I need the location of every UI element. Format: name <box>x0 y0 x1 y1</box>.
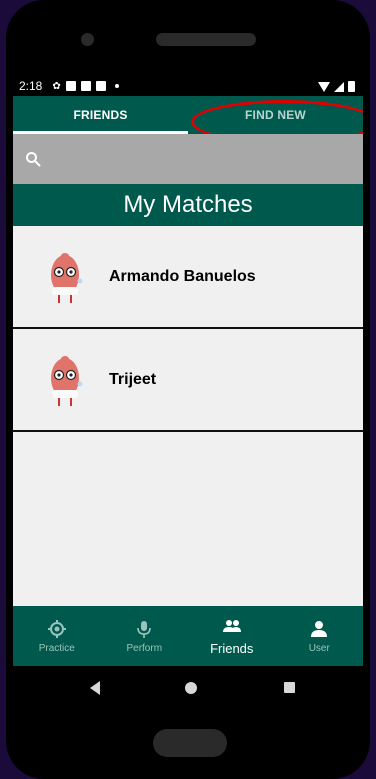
person-icon <box>311 620 328 637</box>
system-nav-bar <box>6 666 370 710</box>
target-icon <box>47 619 66 638</box>
nav-friends[interactable]: Friends <box>188 606 276 666</box>
search-icon[interactable] <box>25 151 41 167</box>
nav-user[interactable]: User <box>276 606 364 666</box>
recent-apps-icon[interactable] <box>284 682 295 693</box>
back-icon[interactable] <box>90 681 100 695</box>
settings-icon: ✿ <box>52 80 61 92</box>
page-title-bar: My Matches <box>13 184 363 226</box>
search-bar[interactable] <box>13 134 363 184</box>
match-name: Armando Banuelos <box>109 267 256 285</box>
earpiece-speaker <box>156 33 256 46</box>
nav-perform[interactable]: Perform <box>101 606 189 666</box>
status-notification-icons: ✿ <box>52 80 119 92</box>
front-camera <box>81 33 94 46</box>
status-time: 2:18 <box>19 79 43 93</box>
calendar-icon <box>65 81 76 91</box>
mascot-avatar-icon <box>51 252 83 303</box>
phone-frame: 2:18 ✿ FRIENDS FIND NEW My Matches Arman… <box>6 0 370 779</box>
nav-friends-label: Friends <box>210 640 254 656</box>
cell-signal-icon <box>334 81 344 92</box>
microphone-icon <box>137 620 152 638</box>
status-bar: 2:18 ✿ <box>13 76 363 96</box>
mascot-avatar-icon <box>51 355 83 406</box>
app-screen: 2:18 ✿ FRIENDS FIND NEW My Matches Arman… <box>13 76 363 666</box>
gmail-icon <box>80 81 91 91</box>
tab-friends-label: FRIENDS <box>73 108 128 122</box>
people-icon <box>222 619 241 632</box>
nav-practice[interactable]: Practice <box>13 606 101 666</box>
match-row[interactable]: Armando Banuelos <box>13 226 363 329</box>
phone-chin-speaker <box>153 729 227 757</box>
tab-friends[interactable]: FRIENDS <box>13 96 188 134</box>
battery-icon <box>348 81 355 92</box>
page-title: My Matches <box>123 191 253 218</box>
matches-list: Armando Banuelos Trijeet <box>13 226 363 432</box>
nav-practice-label: Practice <box>38 642 75 654</box>
nav-user-label: User <box>308 642 330 654</box>
match-name: Trijeet <box>109 370 157 388</box>
more-notifications-dot <box>114 84 119 88</box>
top-tab-bar: FRIENDS FIND NEW <box>13 96 363 144</box>
bottom-nav-bar: Practice Perform Friends User <box>13 606 363 666</box>
home-icon[interactable] <box>185 682 197 694</box>
status-system-icons <box>318 81 355 92</box>
sd-card-icon <box>95 81 106 91</box>
wifi-icon <box>318 81 330 92</box>
nav-perform-label: Perform <box>126 642 163 654</box>
match-row[interactable]: Trijeet <box>13 329 363 432</box>
